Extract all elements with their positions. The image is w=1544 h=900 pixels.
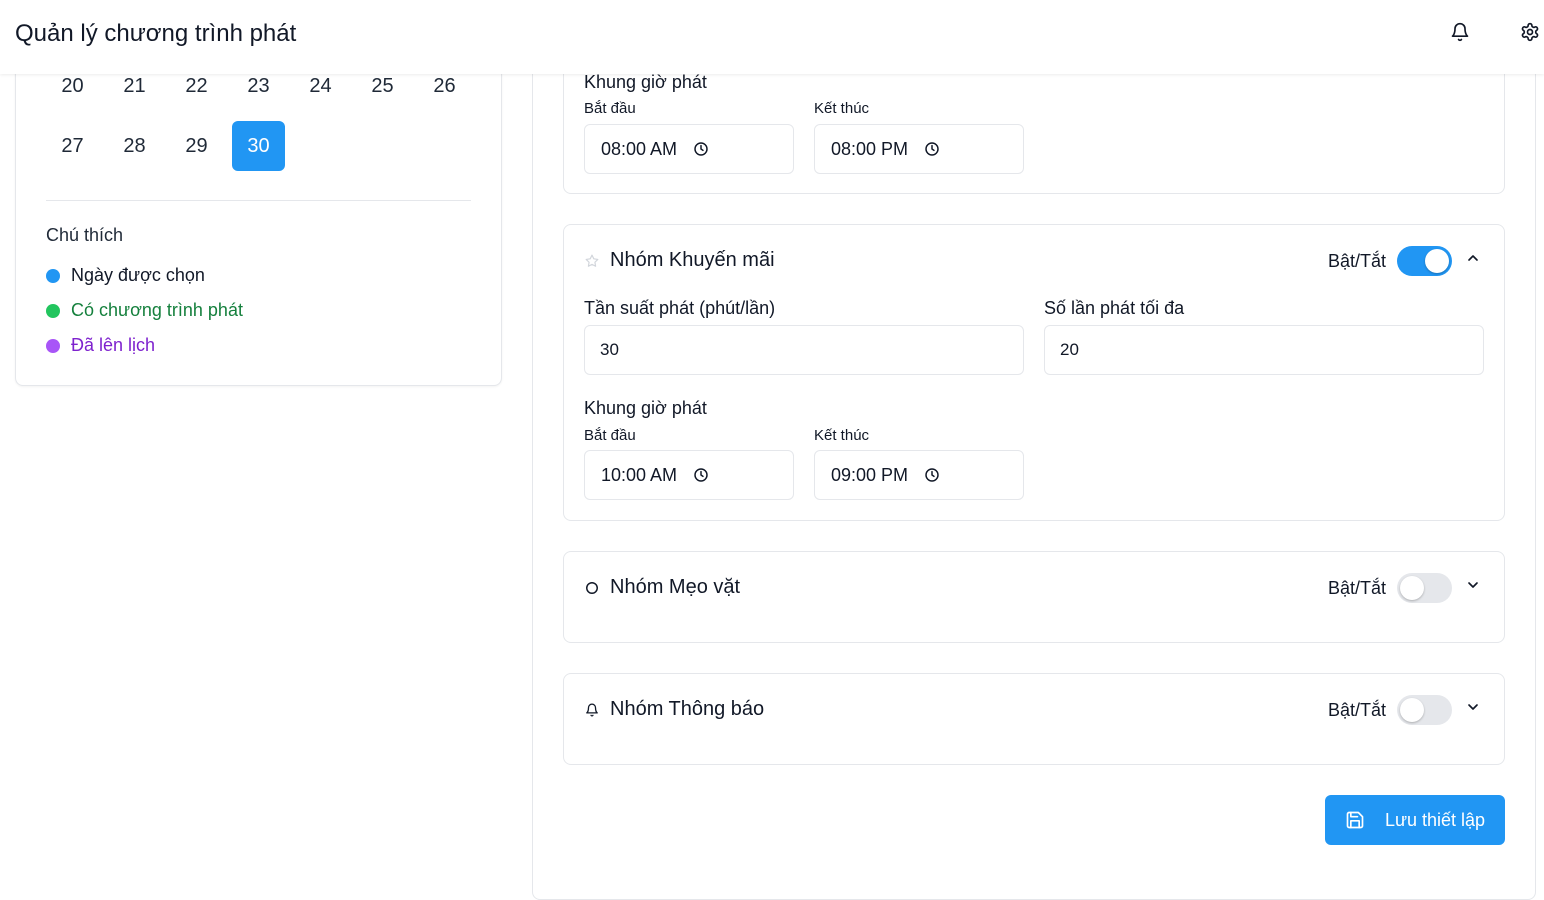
legend-label: Có chương trình phát <box>71 300 243 320</box>
legend-title: Chú thích <box>46 225 124 245</box>
end-time-input[interactable]: 08:00 PM <box>814 124 1024 174</box>
bell-icon <box>1450 22 1470 47</box>
group-title-promo: Nhóm Khuyến mãi <box>584 249 775 272</box>
legend-item-scheduled: Đã lên lịch <box>46 335 155 356</box>
calendar-day[interactable]: 28 <box>108 121 161 171</box>
calendar-card: 20 21 22 23 24 25 26 27 28 29 30 Chú thí… <box>15 40 502 386</box>
calendar-day[interactable]: 29 <box>170 121 223 171</box>
star-icon <box>584 254 600 268</box>
toggle-knob <box>1400 576 1424 600</box>
frequency-input[interactable] <box>584 325 1024 375</box>
clock-icon <box>924 141 940 157</box>
group-title-tips: Nhóm Mẹo vặt <box>584 576 740 599</box>
notify-enable-toggle[interactable] <box>1397 695 1452 725</box>
end-label: Kết thúc <box>814 100 870 117</box>
promo-enable-toggle[interactable] <box>1397 246 1452 276</box>
calendar-day-selected[interactable]: 30 <box>232 121 285 171</box>
tips-enable-toggle[interactable] <box>1397 573 1452 603</box>
frequency-label: Tần suất phát (phút/lần) <box>584 298 776 318</box>
group-card-notify: Nhóm Thông báo Bật/Tắt <box>563 673 1505 765</box>
start-time-value: 08:00 AM <box>601 138 678 159</box>
legend-item-selected-day: Ngày được chọn <box>46 265 205 286</box>
group-title-text: Nhóm Thông báo <box>610 698 765 720</box>
start-time-input[interactable]: 10:00 AM <box>584 450 794 500</box>
gear-icon <box>1520 22 1540 47</box>
save-settings-button[interactable]: Lưu thiết lập <box>1325 795 1505 845</box>
toggle-label: Bật/Tắt <box>1328 578 1387 598</box>
settings-button[interactable] <box>1518 22 1542 46</box>
group-card-promo: Nhóm Khuyến mãi Bật/Tắt Tần suất phát (p… <box>563 224 1505 521</box>
clock-icon <box>693 467 709 483</box>
legend-label: Đã lên lịch <box>71 335 156 355</box>
expand-button[interactable] <box>1463 577 1483 597</box>
toggle-label: Bật/Tắt <box>1328 251 1387 271</box>
page-title: Quản lý chương trình phát <box>15 20 297 47</box>
end-time-value: 08:00 PM <box>831 138 909 159</box>
purple-dot-icon <box>46 338 60 353</box>
save-icon <box>1345 810 1365 830</box>
group-title-text: Nhóm Mẹo vặt <box>610 576 741 598</box>
legend-item-has-program: Có chương trình phát <box>46 300 243 321</box>
green-dot-icon <box>46 303 60 318</box>
toggle-knob <box>1400 698 1424 722</box>
blue-dot-icon <box>46 268 60 283</box>
app-header: Quản lý chương trình phát <box>0 0 1544 74</box>
max-plays-input[interactable] <box>1044 325 1484 375</box>
group-title-text: Nhóm Khuyến mãi <box>610 249 775 271</box>
end-time-input[interactable]: 09:00 PM <box>814 450 1024 500</box>
legend-label: Ngày được chọn <box>71 265 205 285</box>
bell-icon <box>584 703 600 717</box>
start-label: Bắt đầu <box>584 427 636 444</box>
start-time-input[interactable]: 08:00 AM <box>584 124 794 174</box>
notifications-button[interactable] <box>1448 22 1472 46</box>
start-time-value: 10:00 AM <box>601 464 678 485</box>
toggle-label: Bật/Tắt <box>1328 700 1387 720</box>
start-label: Bắt đầu <box>584 100 636 117</box>
time-window-label: Khung giờ phát <box>584 398 707 418</box>
circle-icon <box>584 581 600 595</box>
chevron-up-icon <box>1465 250 1481 271</box>
end-time-value: 09:00 PM <box>831 464 909 485</box>
chevron-down-icon <box>1465 699 1481 720</box>
max-plays-label: Số lần phát tối đa <box>1044 298 1185 318</box>
calendar-day[interactable]: 27 <box>46 121 99 171</box>
expand-button[interactable] <box>1463 699 1483 719</box>
save-button-label: Lưu thiết lập <box>1384 809 1486 830</box>
time-window-label: Khung giờ phát <box>584 72 707 92</box>
end-label: Kết thúc <box>814 427 870 444</box>
group-title-notify: Nhóm Thông báo <box>584 698 764 721</box>
calendar-divider <box>46 200 471 201</box>
chevron-down-icon <box>1465 577 1481 598</box>
collapse-button[interactable] <box>1463 250 1483 270</box>
toggle-knob <box>1425 249 1449 273</box>
group-card-tips: Nhóm Mẹo vặt Bật/Tắt <box>563 551 1505 643</box>
clock-icon <box>693 141 709 157</box>
clock-icon <box>924 467 940 483</box>
